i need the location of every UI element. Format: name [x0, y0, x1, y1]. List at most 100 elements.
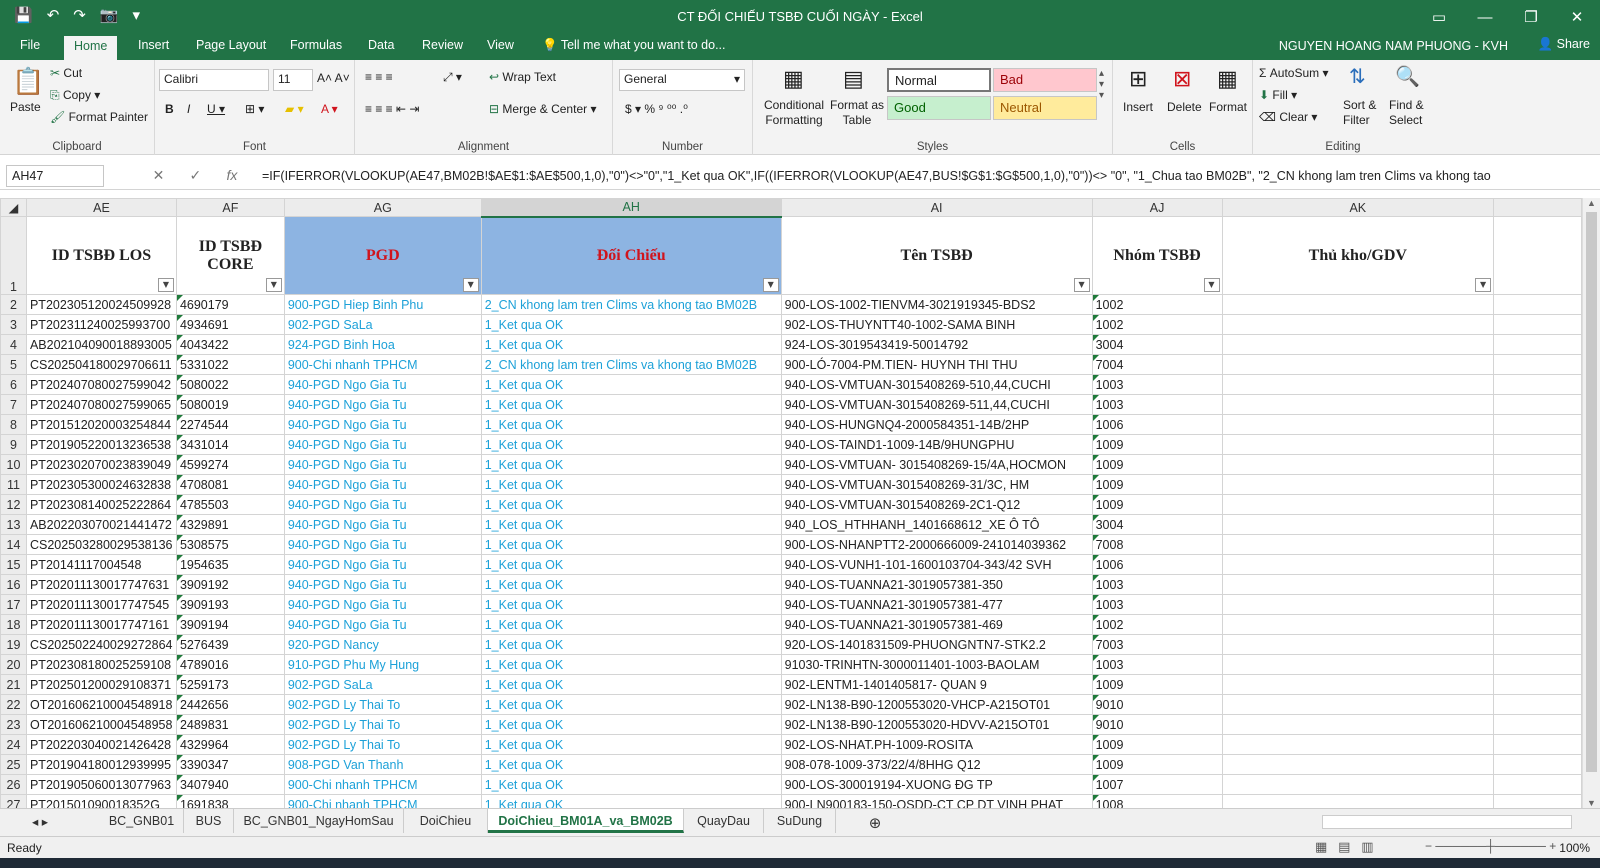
cell[interactable]: 1691838	[175, 794, 285, 808]
cell[interactable]: 924-LOS-3019543419-50014792	[780, 334, 1093, 355]
cancel-icon[interactable]: ✕	[153, 167, 165, 184]
cell[interactable]: 1009	[1091, 734, 1223, 755]
format-painter-button[interactable]: 🖌 Format Painter	[50, 110, 148, 124]
cell[interactable]: 2274544	[175, 414, 285, 435]
cell[interactable]: 1006	[1091, 554, 1223, 575]
cell[interactable]	[1493, 694, 1582, 715]
style-good[interactable]: Good	[887, 96, 991, 120]
cell[interactable]	[1221, 514, 1495, 535]
scroll-down-icon[interactable]: ▼	[1583, 798, 1600, 808]
sort-filter-icon[interactable]: ⇅	[1349, 64, 1366, 89]
cell[interactable]	[1221, 774, 1495, 795]
number-format-select[interactable]: General ▾	[619, 69, 745, 91]
cell[interactable]: 940-LOS-TUANNA21-3019057381-469	[780, 614, 1093, 635]
cell[interactable]	[1221, 334, 1495, 355]
row-number[interactable]: 16	[0, 574, 27, 595]
cell[interactable]	[1493, 794, 1582, 808]
filter-dropdown-icon[interactable]: ▼	[1073, 278, 1090, 292]
cell[interactable]: 4043422	[175, 334, 285, 355]
cell[interactable]: 1_Ket qua OK	[480, 534, 782, 555]
cell[interactable]	[1221, 594, 1495, 615]
cell[interactable]: 900-Chi nhanh TPHCM	[283, 774, 482, 795]
cell[interactable]	[1493, 454, 1582, 475]
cell[interactable]	[1221, 294, 1495, 315]
cell[interactable]: 902-PGD Ly Thai To	[283, 734, 482, 755]
filter-dropdown-icon[interactable]: ▼	[265, 278, 282, 292]
cell[interactable]: 940-PGD Ngo Gia Tu	[283, 374, 482, 395]
cell[interactable]	[1221, 474, 1495, 495]
cell[interactable]	[1493, 634, 1582, 655]
cell[interactable]: 4690179	[175, 294, 285, 315]
col-header-aj[interactable]: AJ	[1091, 198, 1223, 217]
delete-cells-icon[interactable]: ⊠	[1173, 66, 1191, 92]
row-number[interactable]: 2	[0, 294, 27, 315]
fill-color-icon[interactable]: ▰ ▾	[285, 102, 304, 116]
cell[interactable]: 1_Ket qua OK	[480, 474, 782, 495]
view-normal-icon[interactable]: ▦ ▤ ▥	[1315, 839, 1374, 855]
cell[interactable]	[1221, 734, 1495, 755]
select-all-corner[interactable]: ◢	[0, 198, 27, 217]
cell[interactable]	[1221, 714, 1495, 735]
font-size-select[interactable]: 11	[273, 69, 313, 91]
font-name-select[interactable]: Calibri	[159, 69, 269, 91]
zoom-level[interactable]: 100%	[1559, 841, 1590, 855]
cell[interactable]: 1002	[1091, 294, 1223, 315]
row-number[interactable]: 12	[0, 494, 27, 515]
col-header-ak[interactable]: AK	[1221, 198, 1495, 217]
magnifier-icon[interactable]: 🔍	[1395, 64, 1420, 89]
cell[interactable]: 2_CN khong lam tren Clims va khong tao B…	[480, 294, 782, 315]
cell[interactable]	[1493, 354, 1582, 375]
conditional-formatting-icon[interactable]: ▦	[783, 66, 804, 92]
cell[interactable]: 940-LOS-VMTUAN-3015408269-31/3C, HM	[780, 474, 1093, 495]
col-header-af[interactable]: AF	[175, 198, 285, 217]
row-number[interactable]: 20	[0, 654, 27, 675]
zoom-slider[interactable]: − ──────┼────── +	[1425, 839, 1556, 853]
name-box[interactable]: AH47	[6, 165, 104, 187]
font-color-icon[interactable]: A ▾	[321, 102, 338, 116]
cell[interactable]	[1493, 494, 1582, 515]
header-nhom-tsbd[interactable]: Nhóm TSBĐ ▼	[1091, 216, 1223, 295]
row-number[interactable]: 11	[0, 474, 27, 495]
style-neutral[interactable]: Neutral	[993, 96, 1097, 120]
cell[interactable]: 1_Ket qua OK	[480, 594, 782, 615]
cell[interactable]: 902-PGD Ly Thai To	[283, 714, 482, 735]
fill-button[interactable]: ⬇ Fill ▾	[1259, 88, 1297, 102]
cell[interactable]: 940-PGD Ngo Gia Tu	[283, 614, 482, 635]
cell[interactable]: 902-PGD SaLa	[283, 674, 482, 695]
cell[interactable]: 924-PGD Binh Hoa	[283, 334, 482, 355]
style-normal[interactable]: Normal	[887, 68, 991, 92]
cell[interactable]: 9010	[1091, 714, 1223, 735]
cell[interactable]	[1493, 394, 1582, 415]
cell[interactable]: PT202011130017747161	[25, 614, 177, 635]
cell[interactable]: 1_Ket qua OK	[480, 634, 782, 655]
find-select-button[interactable]: Find & Select	[1389, 98, 1433, 128]
align-left-icon[interactable]: ≡ ≡ ≡ ⇤ ⇥	[365, 102, 419, 116]
cell[interactable]: PT20141117004548	[25, 554, 177, 575]
paste-button[interactable]: Paste	[10, 100, 41, 114]
filter-dropdown-icon[interactable]: ▼	[157, 278, 174, 292]
cell[interactable]	[1221, 754, 1495, 775]
cell[interactable]	[1221, 354, 1495, 375]
autosum-button[interactable]: Σ AutoSum ▾	[1259, 66, 1328, 80]
row-number[interactable]: 10	[0, 454, 27, 475]
cell[interactable]: 2489831	[175, 714, 285, 735]
cell[interactable]	[1493, 614, 1582, 635]
align-top-icon[interactable]: ≡ ≡ ≡	[365, 70, 393, 84]
col-header-ah[interactable]: AH	[480, 198, 782, 218]
cell[interactable]: 3004	[1091, 514, 1223, 535]
cell[interactable]: PT202501200029108371	[25, 674, 177, 695]
cell[interactable]	[1493, 734, 1582, 755]
cell[interactable]: 1009	[1091, 494, 1223, 515]
row-number[interactable]: 18	[0, 614, 27, 635]
cell[interactable]: PT201904180012939995	[25, 754, 177, 775]
insert-cells-button[interactable]: Insert	[1123, 100, 1153, 114]
wrap-text-button[interactable]: ↩ Wrap Text	[489, 70, 556, 84]
cell[interactable]	[1493, 294, 1582, 315]
cell[interactable]: PT202308180025259108	[25, 654, 177, 675]
format-cells-icon[interactable]: ▦	[1217, 66, 1238, 92]
cell[interactable]: 7004	[1091, 354, 1223, 375]
tab-formulas[interactable]: Formulas	[290, 38, 342, 52]
cell[interactable]: 900-LOS-1002-TIENVM4-3021919345-BDS2	[780, 294, 1093, 315]
cell[interactable]: 1_Ket qua OK	[480, 454, 782, 475]
cell[interactable]: PT202305300024632838	[25, 474, 177, 495]
